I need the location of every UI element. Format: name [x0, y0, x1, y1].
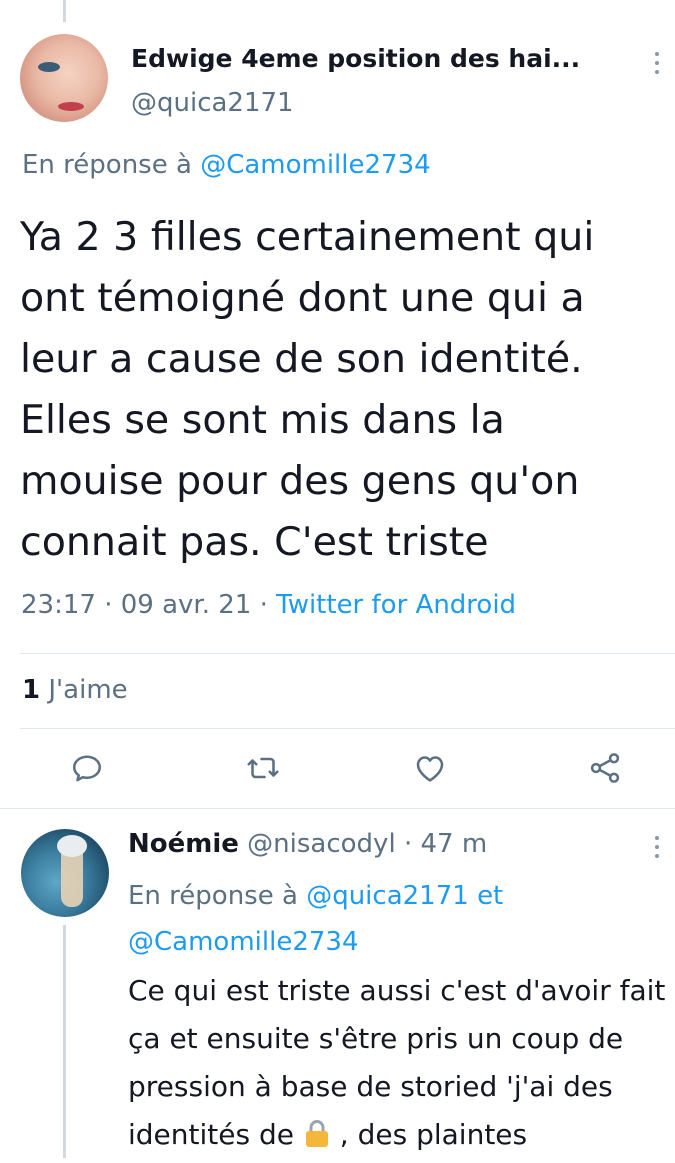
avatar-helmet: [57, 835, 87, 857]
reply-connector: et: [477, 881, 504, 911]
thread-line: [63, 925, 66, 1158]
avatar[interactable]: [20, 34, 108, 122]
heart-icon[interactable]: [412, 750, 448, 786]
tweet-timestamp[interactable]: 23:17 · 09 avr. 21 ·: [21, 590, 276, 620]
divider: [20, 653, 675, 654]
reply-prefix: En réponse à: [128, 881, 298, 911]
divider: [20, 728, 675, 729]
reply-avatar[interactable]: [21, 829, 109, 917]
share-icon[interactable]: [587, 750, 623, 786]
reply-icon[interactable]: [69, 750, 105, 786]
lock-icon: [303, 1115, 331, 1147]
author-handle[interactable]: @quica2171: [131, 88, 294, 118]
more-vertical-icon[interactable]: [650, 834, 664, 860]
likes-count[interactable]: 1 J'aime: [22, 675, 128, 705]
author-name[interactable]: Edwige 4eme position des hai...: [131, 44, 580, 73]
section-separator: [0, 808, 675, 809]
likes-label: J'aime: [48, 675, 128, 705]
reply-author-handle[interactable]: @nisacodyl: [247, 829, 396, 859]
likes-number: 1: [22, 675, 41, 705]
avatar-eye: [38, 62, 60, 72]
reply-mention-link[interactable]: @quica2171: [306, 881, 469, 911]
reply-timestamp[interactable]: · 47 m: [404, 829, 487, 859]
tweet-text: Ya 2 3 filles certainement qui ont témoi…: [20, 214, 595, 565]
reply-context: En réponse à @quica2171 et @Camomille273…: [128, 873, 648, 965]
reply-header: Noémie @nisacodyl · 47 m: [128, 829, 487, 859]
thread-line-top: [63, 0, 66, 22]
reply-mention-link[interactable]: @Camomille2734: [200, 150, 430, 180]
reply-author-name[interactable]: Noémie: [128, 829, 239, 859]
tweet-source-link[interactable]: Twitter for Android: [276, 590, 516, 620]
more-vertical-icon[interactable]: [650, 50, 664, 76]
reply-text: Ce qui est triste aussi c'est d'avoir fa…: [128, 967, 668, 1159]
reply-mention-link[interactable]: @Camomille2734: [128, 927, 358, 957]
tweet-meta: 23:17 · 09 avr. 21 · Twitter for Android: [21, 590, 516, 620]
reply-prefix: En réponse à: [22, 150, 192, 180]
reply-text-part: , des plaintes: [330, 1118, 528, 1151]
retweet-icon[interactable]: [245, 750, 281, 786]
reply-context: En réponse à @Camomille2734: [22, 150, 431, 180]
avatar-lips: [58, 102, 84, 111]
